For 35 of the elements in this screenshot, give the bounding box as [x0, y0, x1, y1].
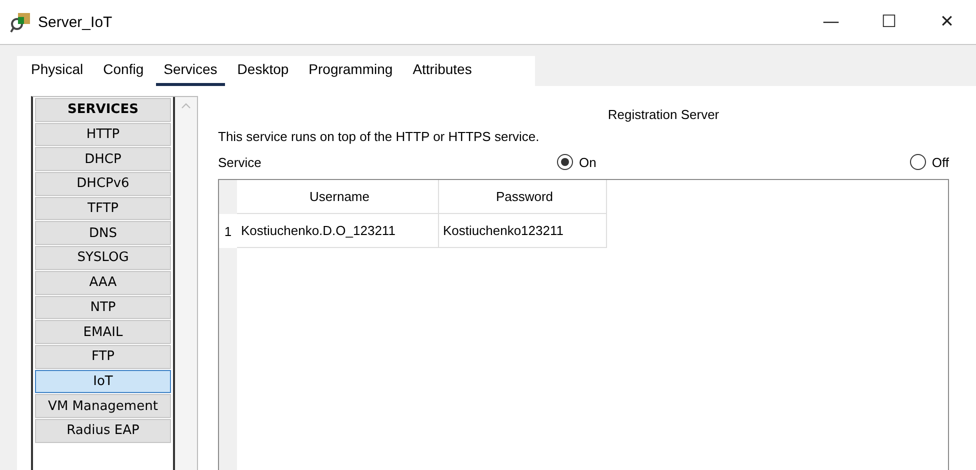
sidebar-item[interactable]: HTTP: [35, 122, 171, 146]
sidebar-item[interactable]: DNS: [35, 221, 171, 246]
radio-option[interactable]: Off: [910, 154, 949, 170]
sidebar-item[interactable]: VM Management: [35, 394, 171, 418]
sidebar-item[interactable]: DHCPv6: [35, 172, 171, 196]
service-label: Service: [218, 154, 262, 170]
list-heading: SERVICES: [35, 98, 171, 122]
sidebar-item[interactable]: TFTP: [35, 196, 171, 220]
sidebar-item[interactable]: EMAIL: [35, 320, 171, 344]
sidebar-item[interactable]: SYSLOG: [35, 246, 171, 270]
minimize-button[interactable]: —: [802, 0, 860, 44]
tab[interactable]: Attributes: [404, 56, 480, 86]
table-cell: Kostiuchenko.D.O_123211: [237, 214, 439, 248]
radio-option[interactable]: On: [557, 154, 596, 170]
sidebar-item[interactable]: FTP: [35, 344, 171, 369]
sidebar-item[interactable]: DHCP: [35, 147, 171, 172]
tab[interactable]: Config: [95, 56, 152, 86]
sidebar-item[interactable]: IoT: [35, 370, 171, 394]
table-cell: Kostiuchenko123211: [439, 214, 607, 248]
tab[interactable]: Desktop: [229, 56, 297, 86]
scroll-up-icon[interactable]: [181, 103, 191, 109]
tab[interactable]: Programming: [300, 56, 401, 86]
row-number: 1: [219, 214, 237, 248]
service-note: This service runs on top of the HTTP or HTTPS service.: [218, 129, 540, 146]
column-header: Username: [237, 180, 439, 214]
column-header: Password: [439, 180, 607, 214]
tab[interactable]: Physical: [23, 56, 92, 86]
close-button[interactable]: ✕: [918, 0, 976, 44]
window-title: Server_IoT: [38, 14, 114, 30]
sidebar-item[interactable]: AAA: [35, 270, 171, 294]
sidebar-item[interactable]: NTP: [35, 296, 171, 320]
sidebar-item[interactable]: Radius EAP: [35, 418, 171, 443]
panel-title: Registration Server: [606, 107, 720, 124]
server-app-icon: [10, 11, 32, 33]
maximize-button[interactable]: ☐: [860, 0, 918, 44]
